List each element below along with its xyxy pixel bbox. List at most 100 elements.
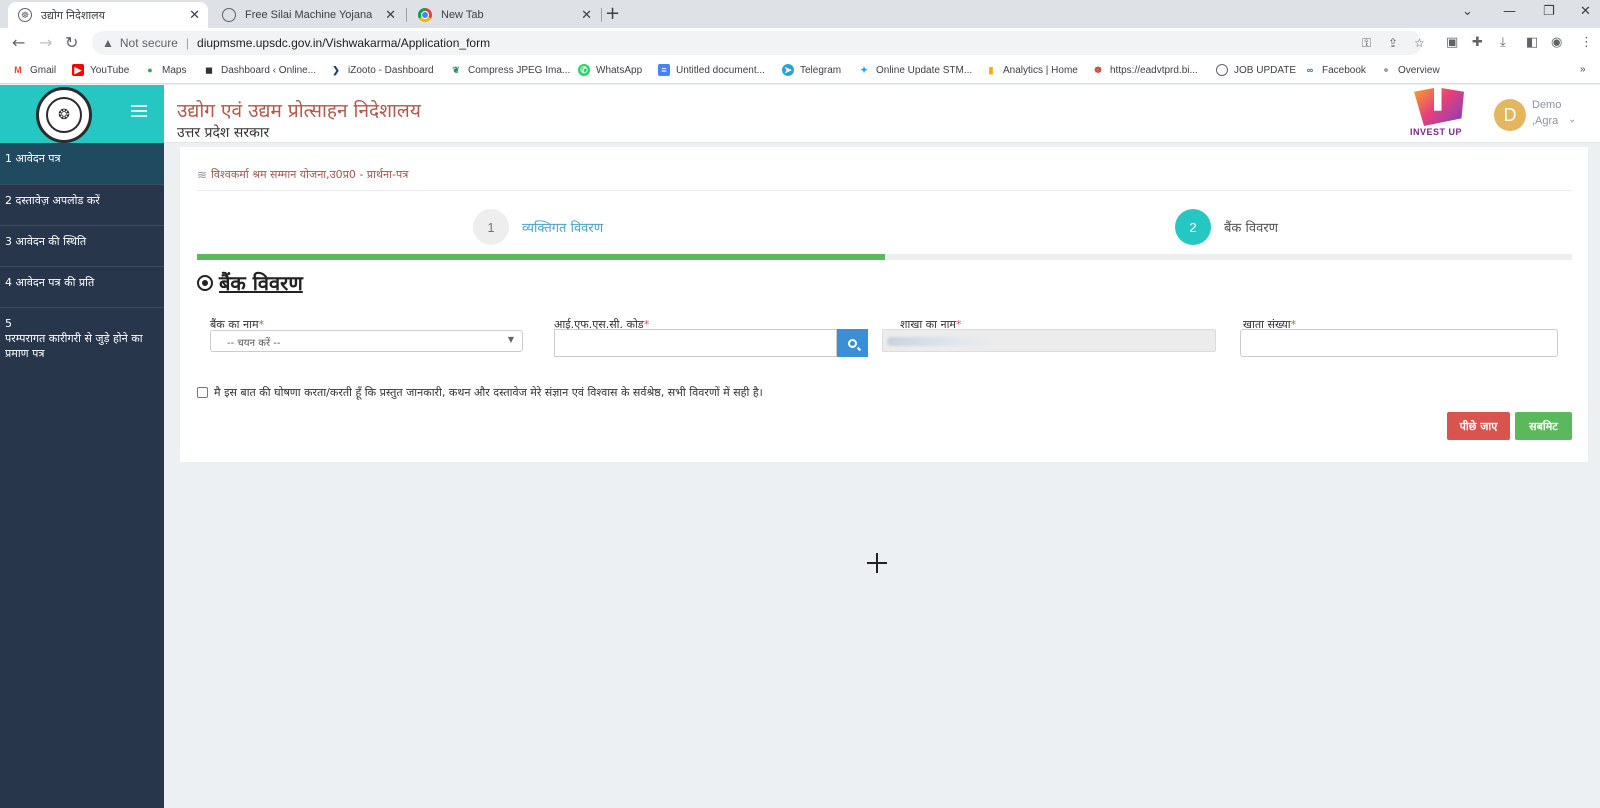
dashboard-icon: ◼ (205, 64, 213, 75)
section-title: बैंक विवरण (197, 269, 303, 296)
declaration-text: मै इस बात की घोषणा करता/करती हूँ कि प्रस… (214, 386, 763, 399)
back-arrow-icon[interactable]: ← (12, 33, 25, 52)
whatsapp-icon: ✆ (578, 64, 590, 76)
back-button[interactable]: पीछे जाए (1447, 412, 1510, 440)
key-icon[interactable]: ⚿ (1362, 36, 1371, 51)
sidebar-item-artisan-certificate[interactable]: 5 परम्परागत कारीगरी से जुड़े होने का प्र… (0, 308, 164, 374)
bookmark-job-update[interactable]: JOB UPDATE (1216, 64, 1296, 76)
minimize-icon[interactable]: — (1503, 4, 1516, 19)
chevron-down-icon[interactable]: ⌄ (1568, 114, 1576, 125)
dot-circle-icon (197, 274, 213, 291)
step-1-circle[interactable]: 1 (473, 209, 509, 245)
overview-icon: ⚬ (1382, 64, 1390, 75)
bookmark-telegram[interactable]: ➤ Telegram (782, 64, 841, 76)
blurred-branch-value (887, 337, 997, 346)
docs-icon: ≡ (658, 64, 670, 76)
gmail-icon: M (14, 65, 22, 75)
bookmark-gmail[interactable]: M Gmail (12, 64, 56, 76)
reload-icon[interactable]: ↻ (65, 33, 78, 52)
bookmark-facebook[interactable]: ∞ Facebook (1304, 64, 1366, 76)
twitter-icon: ✦ (860, 64, 868, 75)
tab-search-chevron-icon[interactable]: ⌄ (1462, 4, 1473, 19)
hamburger-menu-icon[interactable] (131, 105, 147, 117)
download-icon[interactable]: ⤓ (1500, 35, 1506, 50)
step-1-label[interactable]: व्यक्तिगत विवरण (522, 218, 603, 236)
bookmark-online-update[interactable]: ✦ Online Update STM... (858, 64, 972, 76)
user-avatar[interactable]: D (1494, 99, 1526, 131)
telegram-icon: ➤ (782, 64, 794, 76)
globe-icon (222, 8, 236, 22)
ifsc-search-button[interactable] (837, 329, 868, 357)
caret-down-icon: ▼ (507, 335, 514, 344)
security-status: Not secure (119, 36, 178, 50)
leaf-icon: ❦ (452, 64, 460, 75)
crosshair-cursor-icon (867, 553, 887, 573)
bookmark-izooto[interactable]: ❯ iZooto - Dashboard (330, 64, 433, 76)
emblem-icon: ☸ (1093, 64, 1103, 75)
branch-name-field (882, 329, 1216, 352)
bookmarks-overflow-icon[interactable]: » (1580, 64, 1586, 75)
ifsc-input[interactable] (554, 329, 837, 357)
org-subtitle: उत्तर प्रदेश सरकार (177, 125, 270, 141)
omnibox-divider: | (185, 36, 190, 50)
bookmark-whatsapp[interactable]: ✆ WhatsApp (578, 64, 642, 76)
divider (197, 190, 1572, 191)
up-logo-mark (1414, 88, 1464, 126)
sidebar-item-label: आवेदन की स्थिति (15, 235, 87, 248)
tab-separator (406, 8, 407, 22)
close-tab-icon[interactable]: ✕ (385, 7, 396, 23)
bank-name-select[interactable]: -- चयन करें -- ▼ (210, 330, 523, 352)
sidebar-item-label: आवेदन पत्र की प्रति (15, 276, 95, 289)
invest-up-logo: INVEST UP (1408, 88, 1468, 140)
bookmark-dashboard[interactable]: ◼ Dashboard ‹ Online... (203, 64, 316, 76)
tab-title: उद्योग निदेशालय (41, 9, 106, 22)
close-tab-icon[interactable]: ✕ (189, 7, 200, 23)
profile-icon[interactable]: ◉ (1551, 35, 1562, 50)
bookmark-compress[interactable]: ❦ Compress JPEG Ima... (450, 64, 570, 76)
meta-icon: ∞ (1306, 65, 1314, 75)
bookmark-maps[interactable]: ● Maps (144, 64, 186, 76)
new-tab-plus-icon[interactable]: + (605, 3, 620, 24)
application-form-card: ≋ विश्वकर्मा श्रम सम्मान योजना,उ0प्र0 - … (180, 147, 1588, 462)
bookmark-untitled[interactable]: ≡ Untitled document... (658, 64, 765, 76)
user-name[interactable]: Demo (1532, 99, 1561, 111)
step-progress-fill (197, 254, 885, 260)
extension-icon[interactable]: ▣ (1446, 35, 1458, 50)
share-icon[interactable]: ⇪ (1388, 36, 1398, 50)
user-city[interactable]: ,Agra (1532, 115, 1558, 127)
url-text[interactable]: diupmsme.upsdc.gov.in/Vishwakarma/Applic… (197, 36, 490, 50)
menu-kebab-icon[interactable]: ⋮ (1580, 35, 1593, 50)
bookmark-eadvt[interactable]: ☸ https://eadvtprd.bi... (1092, 64, 1198, 76)
sidebar-item-application-form[interactable]: 1 आवेदन पत्र (0, 143, 164, 185)
puzzle-icon[interactable]: ✚ (1472, 35, 1483, 50)
account-number-input[interactable] (1240, 329, 1558, 357)
browser-tab-udyog[interactable]: ☸ उद्योग निदेशालय ✕ (8, 2, 208, 28)
browser-tab-silai[interactable]: Free Silai Machine Yojana ✕ (212, 2, 404, 28)
izooto-icon: ❯ (332, 64, 340, 75)
star-icon[interactable]: ☆ (1414, 36, 1425, 50)
declaration-checkbox[interactable] (197, 387, 208, 398)
close-window-icon[interactable]: ✕ (1580, 4, 1591, 19)
side-panel-icon[interactable]: ◧ (1526, 35, 1538, 50)
bookmark-analytics[interactable]: ▮ Analytics | Home (985, 64, 1078, 76)
sidebar-item-application-copy[interactable]: 4 आवेदन पत्र की प्रति (0, 267, 164, 308)
submit-button[interactable]: सबमिट (1515, 412, 1572, 440)
browser-tab-newtab[interactable]: New Tab ✕ (408, 2, 600, 28)
sidebar-item-application-status[interactable]: 3 आवेदन की स्थिति (0, 226, 164, 267)
step-2-circle[interactable]: 2 (1175, 209, 1211, 245)
close-tab-icon[interactable]: ✕ (581, 7, 592, 23)
step-progress-bar (197, 254, 1572, 260)
forward-arrow-icon[interactable]: → (39, 33, 52, 52)
emblem-favicon-icon: ☸ (18, 8, 32, 22)
search-icon (848, 338, 857, 348)
bookmark-overview[interactable]: ⚬ Overview (1380, 64, 1439, 76)
restore-icon[interactable]: ❐ (1543, 4, 1555, 19)
breadcrumb: ≋ विश्वकर्मा श्रम सम्मान योजना,उ0प्र0 - … (197, 167, 408, 182)
step-2-label[interactable]: बैंक विवरण (1224, 218, 1278, 236)
warning-triangle-icon: ▲ (102, 36, 114, 50)
omnibox[interactable]: ▲ Not secure | diupmsme.upsdc.gov.in/Vis… (92, 31, 1422, 55)
sidebar-item-upload-documents[interactable]: 2 दस्तावेज़ अपलोड करें (0, 185, 164, 226)
bookmarks-bar: M Gmail ▶ YouTube ● Maps ◼ Dashboard ‹ Onlin… (0, 58, 1600, 84)
bookmark-youtube[interactable]: ▶ YouTube (72, 64, 129, 76)
emblem-center-icon: ❂ (46, 97, 82, 133)
